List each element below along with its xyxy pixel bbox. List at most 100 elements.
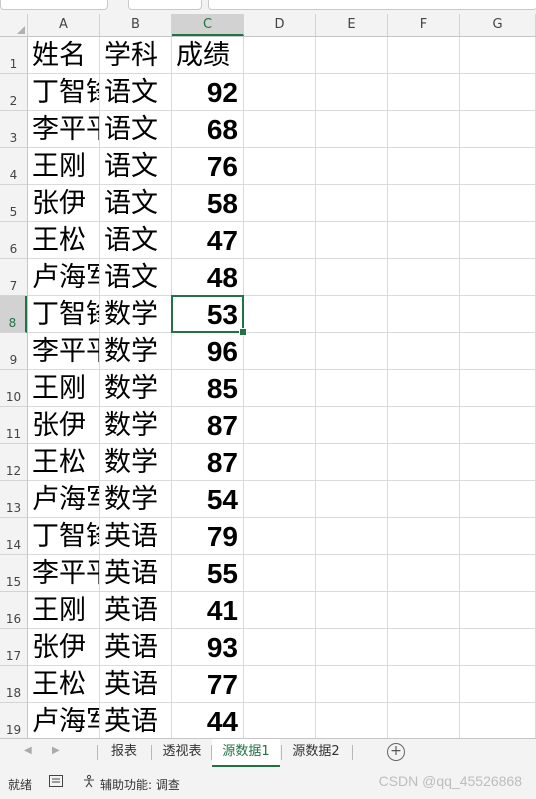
cell-a15[interactable]: 李平平	[28, 555, 99, 591]
cell-a12[interactable]: 王松	[28, 444, 99, 480]
cell-b12[interactable]: 数学	[100, 444, 171, 480]
cell-a3[interactable]: 李平平	[28, 111, 99, 147]
cell-b5[interactable]: 语文	[100, 185, 171, 221]
cell-a8[interactable]: 丁智锋	[28, 296, 99, 332]
row-header-15[interactable]: 15	[0, 555, 27, 592]
cell-b13[interactable]: 数学	[100, 481, 171, 517]
cell-c9[interactable]: 96	[172, 333, 243, 369]
column-header-f[interactable]: F	[388, 14, 460, 36]
cell-a7[interactable]: 卢海军	[28, 259, 99, 295]
cell-a9[interactable]: 李平平	[28, 333, 99, 369]
fill-handle[interactable]	[239, 328, 247, 336]
cell-a5[interactable]: 张伊	[28, 185, 99, 221]
cell-b8[interactable]: 数学	[100, 296, 171, 332]
cell-b4[interactable]: 语文	[100, 148, 171, 184]
sheet-tab-3[interactable]: 源数据2	[282, 739, 350, 765]
column-header-d[interactable]: D	[244, 14, 316, 36]
row-header-6[interactable]: 6	[0, 222, 27, 259]
row-header-bar: 1 2 3 4 5 6 7 8 9 10 11 12 13 14 15 16 17 18 19	[0, 37, 28, 740]
cell-b15[interactable]: 英语	[100, 555, 171, 591]
column-header-g[interactable]: G	[460, 14, 536, 36]
cell-c15[interactable]: 55	[172, 555, 243, 591]
cell-c1[interactable]: 成绩	[172, 37, 243, 73]
cell-c13[interactable]: 54	[172, 481, 243, 517]
cell-c12[interactable]: 87	[172, 444, 243, 480]
cell-b10[interactable]: 数学	[100, 370, 171, 406]
cell-b17[interactable]: 英语	[100, 629, 171, 665]
row-header-11[interactable]: 11	[0, 407, 27, 444]
cell-b3[interactable]: 语文	[100, 111, 171, 147]
tab-prev-icon[interactable]: ◀	[24, 745, 32, 756]
cell-b6[interactable]: 语文	[100, 222, 171, 258]
column-header-a[interactable]: A	[28, 14, 100, 36]
cell-c19[interactable]: 44	[172, 703, 243, 738]
row-header-13[interactable]: 13	[0, 481, 27, 518]
accessibility-status[interactable]: 辅助功能: 调查	[100, 776, 180, 793]
add-sheet-icon[interactable]: +	[387, 743, 405, 761]
row-header-2[interactable]: 2	[0, 74, 27, 111]
select-all-corner[interactable]	[0, 14, 28, 36]
cell-c6[interactable]: 47	[172, 222, 243, 258]
cell-b9[interactable]: 数学	[100, 333, 171, 369]
row-header-5[interactable]: 5	[0, 185, 27, 222]
cell-a6[interactable]: 王松	[28, 222, 99, 258]
cell-b11[interactable]: 数学	[100, 407, 171, 443]
row-header-17[interactable]: 17	[0, 629, 27, 666]
cell-b1[interactable]: 学科	[100, 37, 171, 73]
cell-a19[interactable]: 卢海军	[28, 703, 99, 738]
column-header-e[interactable]: E	[316, 14, 388, 36]
row-header-14[interactable]: 14	[0, 518, 27, 555]
row-header-18[interactable]: 18	[0, 666, 27, 703]
row-header-4[interactable]: 4	[0, 148, 27, 185]
accessibility-icon[interactable]	[82, 774, 96, 791]
row-header-3[interactable]: 3	[0, 111, 27, 148]
cell-a14[interactable]: 丁智锋	[28, 518, 99, 554]
cell-grid[interactable]: 姓名学科成绩丁智锋语文92李平平语文68王刚语文76张伊语文58王松语文47卢海…	[28, 37, 536, 738]
cell-c14[interactable]: 79	[172, 518, 243, 554]
tab-next-icon[interactable]: ▶	[52, 745, 60, 756]
sheet-tab-2[interactable]: 源数据1	[212, 739, 280, 767]
cell-b18[interactable]: 英语	[100, 666, 171, 702]
cell-b16[interactable]: 英语	[100, 592, 171, 628]
cell-a4[interactable]: 王刚	[28, 148, 99, 184]
sheet-tab-0[interactable]: 报表	[98, 739, 150, 765]
cell-a2[interactable]: 丁智锋	[28, 74, 99, 110]
cell-c11[interactable]: 87	[172, 407, 243, 443]
cell-b7[interactable]: 语文	[100, 259, 171, 295]
name-box[interactable]	[0, 0, 108, 10]
cell-c5[interactable]: 58	[172, 185, 243, 221]
column-header-c[interactable]: C	[172, 14, 244, 36]
cell-c7[interactable]: 48	[172, 259, 243, 295]
cell-a17[interactable]: 张伊	[28, 629, 99, 665]
cell-c8[interactable]: 53	[172, 296, 243, 332]
column-header-b[interactable]: B	[100, 14, 172, 36]
row-header-7[interactable]: 7	[0, 259, 27, 296]
cell-c18[interactable]: 77	[172, 666, 243, 702]
cell-b19[interactable]: 英语	[100, 703, 171, 738]
row-header-1[interactable]: 1	[0, 37, 27, 74]
formula-input[interactable]	[208, 0, 536, 10]
cell-a16[interactable]: 王刚	[28, 592, 99, 628]
sheet-tab-1[interactable]: 透视表	[152, 739, 212, 765]
row-header-16[interactable]: 16	[0, 592, 27, 629]
macro-record-icon[interactable]	[48, 774, 64, 791]
cell-a11[interactable]: 张伊	[28, 407, 99, 443]
cell-a18[interactable]: 王松	[28, 666, 99, 702]
row-header-19[interactable]: 19	[0, 703, 27, 740]
row-header-10[interactable]: 10	[0, 370, 27, 407]
row-header-9[interactable]: 9	[0, 333, 27, 370]
cell-b14[interactable]: 英语	[100, 518, 171, 554]
cell-c3[interactable]: 68	[172, 111, 243, 147]
cell-c4[interactable]: 76	[172, 148, 243, 184]
row-header-8[interactable]: 8	[0, 296, 27, 333]
cell-c10[interactable]: 85	[172, 370, 243, 406]
cell-c17[interactable]: 93	[172, 629, 243, 665]
cell-a1[interactable]: 姓名	[28, 37, 99, 73]
cell-c2[interactable]: 92	[172, 74, 243, 110]
cell-b2[interactable]: 语文	[100, 74, 171, 110]
row-header-12[interactable]: 12	[0, 444, 27, 481]
formula-controls[interactable]	[128, 0, 202, 10]
cell-a10[interactable]: 王刚	[28, 370, 99, 406]
cell-a13[interactable]: 卢海军	[28, 481, 99, 517]
cell-c16[interactable]: 41	[172, 592, 243, 628]
